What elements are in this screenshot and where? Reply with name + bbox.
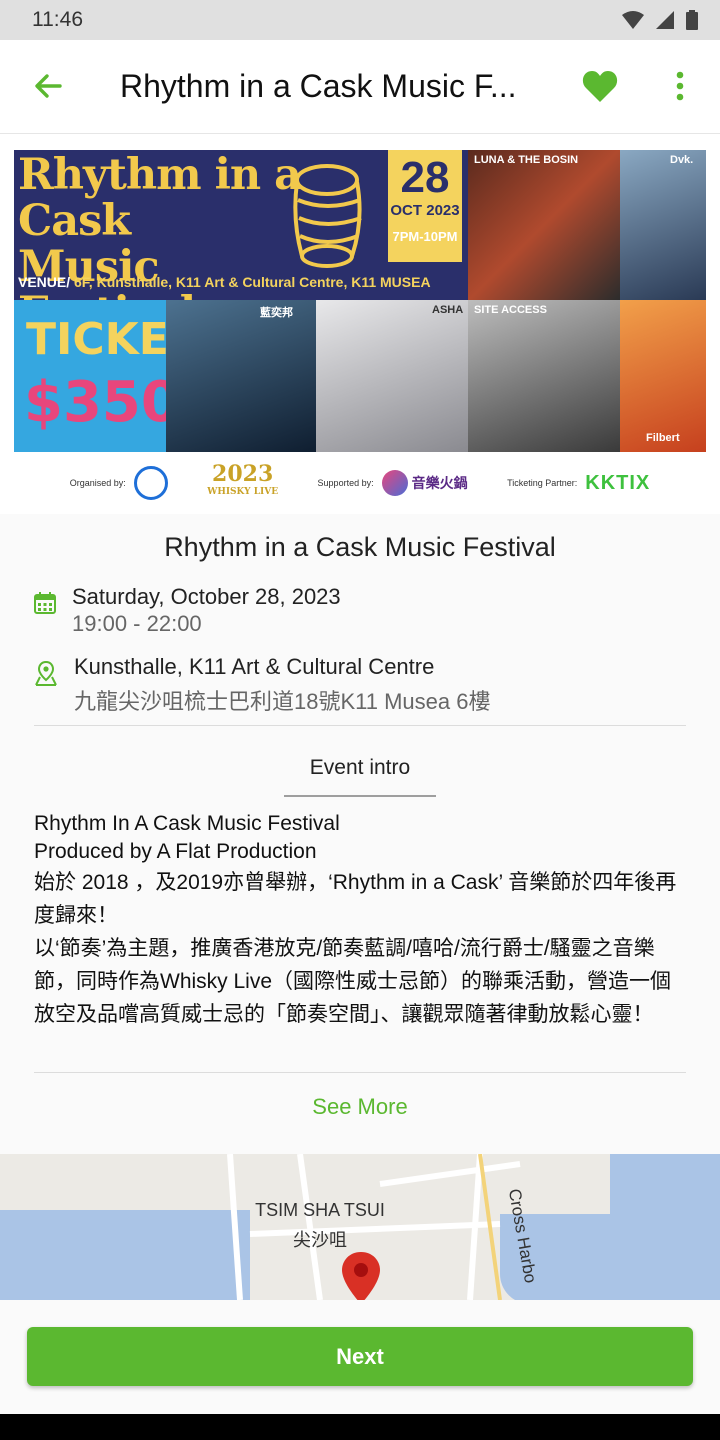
kktix-logo: KKTIX	[585, 471, 651, 494]
map-district-en: TSIM SHA TSUI	[255, 1200, 385, 1220]
status-icons	[622, 10, 698, 30]
location-pin-icon	[35, 660, 57, 686]
intro-line: Rhythm In A Cask Music Festival	[34, 812, 340, 835]
supporter-group: Supported by: 音樂火鍋	[318, 470, 468, 496]
status-bar: 11:46	[0, 0, 720, 40]
poster-ticket-price: $350	[24, 370, 180, 435]
artist-caption: Dvk.	[670, 154, 694, 166]
tab-underline	[284, 795, 436, 797]
poster-venue: VENUE/ 6F, Kunsthalle, K11 Art & Cultura…	[18, 274, 468, 290]
bottom-action-bar: Next	[0, 1300, 720, 1414]
artist-photo: SITE ACCESS	[468, 300, 620, 452]
poster-date-box: 28 OCT 2023 7PM-10PM	[388, 150, 462, 262]
poster-date-day: 28	[400, 153, 450, 202]
event-time: 19:00 - 22:00	[72, 611, 202, 636]
calendar-icon	[34, 592, 56, 614]
tab-event-intro[interactable]: Event intro	[284, 756, 436, 780]
music-hotpot-logo: 音樂火鍋	[381, 470, 468, 496]
artist-photo: ASHA	[316, 300, 468, 452]
status-time: 11:46	[32, 8, 83, 31]
section-divider	[34, 1072, 686, 1073]
artist-caption: SITE ACCESS	[474, 304, 547, 316]
event-date-row: Saturday, October 28, 2023 19:00 - 22:00	[0, 584, 720, 640]
ticketing-partner-group: Ticketing Partner: KKTIX	[507, 472, 650, 495]
back-arrow-icon[interactable]	[30, 68, 66, 104]
artist-photo: LUNA & THE BOSIN	[468, 150, 620, 300]
event-location-row[interactable]: Kunsthalle, K11 Art & Cultural Centre 九龍…	[0, 654, 720, 714]
a-flat-production-logo	[133, 466, 168, 500]
organiser-group: Organised by:	[70, 466, 168, 500]
signal-icon	[656, 11, 674, 29]
intro-paragraph: 始於 2018 ，及2019亦曾舉辦，‘Rhythm in a Cask’ 音樂…	[34, 871, 677, 927]
more-options-icon[interactable]	[668, 68, 692, 104]
sponsor-strip: Organised by: 2023 WHISKY LIVE Supported…	[0, 452, 720, 514]
venue-address: 九龍尖沙咀梳士巴利道18號K11 Musea 6樓	[74, 689, 491, 714]
next-button[interactable]: Next	[27, 1327, 693, 1386]
event-intro-text: Rhythm In A Cask Music Festival Produced…	[34, 810, 690, 1031]
see-more-link[interactable]: See More	[0, 1094, 720, 1120]
poster-date-month: OCT 2023	[390, 202, 460, 219]
app-bar: Rhythm in a Cask Music F...	[0, 40, 720, 134]
artist-caption: LUNA & THE BOSIN	[474, 154, 579, 166]
artist-photo: Filbert	[620, 300, 706, 452]
supported-by-label: Supported by:	[317, 478, 374, 488]
artist-photo: Dvk.	[620, 150, 706, 300]
intro-paragraph: 以‘節奏’為主題，推廣香港放克/節奏藍調/嘻哈/流行爵士/騷靈之音樂節，同時作為…	[34, 937, 672, 1026]
intro-line: Produced by A Flat Production	[34, 840, 317, 863]
poster-date-time: 7PM-10PM	[392, 229, 458, 244]
artist-caption: Filbert	[646, 432, 680, 444]
map-district-zh: 尖沙咀	[293, 1230, 347, 1250]
ticketing-partner-label: Ticketing Partner:	[507, 478, 578, 488]
poster-venue-label: VENUE/	[18, 274, 71, 290]
map-marker-icon	[342, 1252, 380, 1300]
artist-caption: ASHA	[432, 304, 464, 316]
system-nav-bar	[0, 1414, 720, 1440]
artist-caption: 藍奕邦	[260, 307, 293, 319]
music-hotpot-text: 音樂火鍋	[411, 475, 468, 491]
section-divider	[34, 725, 686, 726]
wifi-icon	[622, 11, 644, 29]
music-disc-icon	[381, 470, 408, 496]
poster-ticket: TICKET $350	[14, 300, 199, 452]
artist-photo: 藍奕邦	[166, 300, 316, 452]
battery-icon	[686, 10, 698, 30]
event-date: Saturday, October 28, 2023	[72, 584, 341, 609]
location-map[interactable]: TSIM SHA TSUI 尖沙咀 Cross Harbo	[0, 1154, 720, 1300]
whisky-live-logo: 2023 WHISKY LIVE	[207, 463, 279, 501]
venue-name: Kunsthalle, K11 Art & Cultural Centre	[74, 654, 435, 679]
event-banner: Rhythm in a Cask Music Festival 28 OCT 2…	[0, 134, 720, 514]
page-title: Rhythm in a Cask Music F...	[120, 68, 517, 104]
organised-by-label: Organised by:	[69, 478, 126, 488]
poster-venue-value: 6F, Kunsthalle, K11 Art & Cultural Centr…	[74, 274, 431, 290]
event-title: Rhythm in a Cask Music Festival	[164, 532, 556, 562]
favorite-heart-icon[interactable]	[582, 69, 618, 103]
cask-illustration-icon	[293, 164, 362, 268]
event-poster: Rhythm in a Cask Music Festival 28 OCT 2…	[14, 150, 706, 452]
whisky-live-text: WHISKY LIVE	[207, 487, 279, 497]
